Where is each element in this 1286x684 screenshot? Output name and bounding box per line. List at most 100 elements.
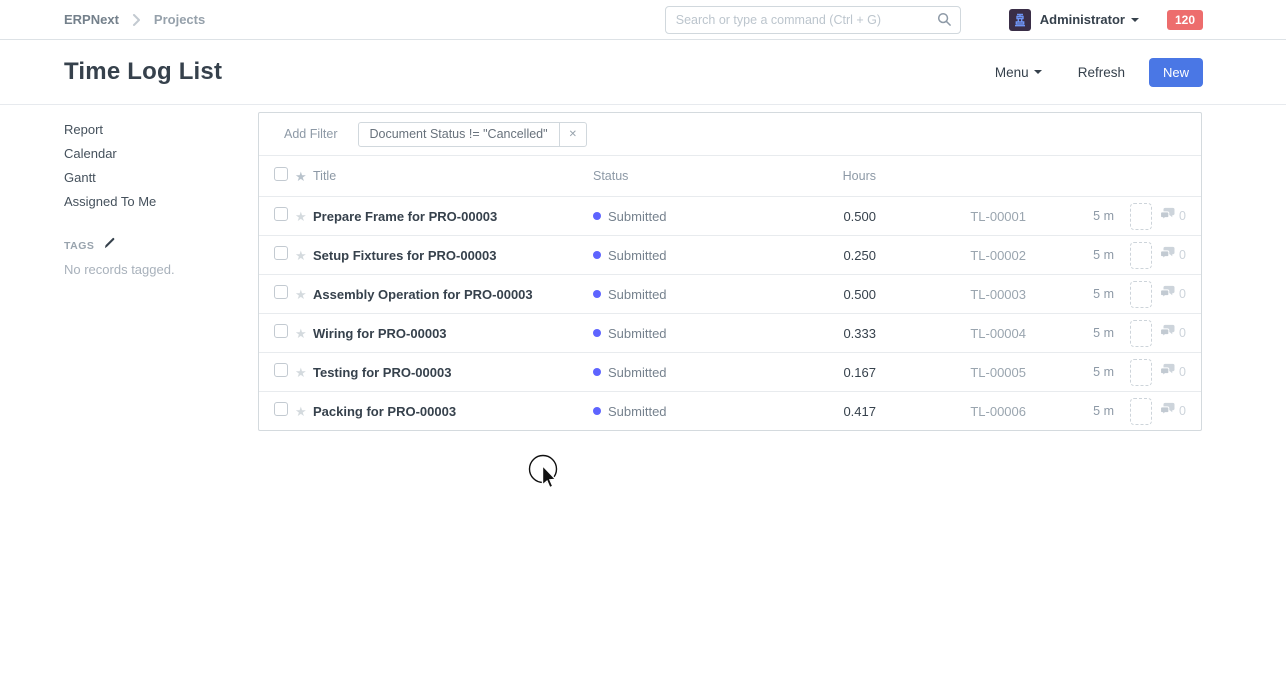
- hours-value: 0.250: [761, 248, 876, 263]
- star-icon[interactable]: ★: [295, 366, 313, 379]
- comments-icon: [1159, 246, 1176, 265]
- column-header-hours: Hours: [761, 169, 876, 183]
- navbar: ERPNext Projects Administrator 120: [0, 0, 1286, 40]
- row-checkbox[interactable]: [274, 207, 288, 221]
- select-all-checkbox[interactable]: [274, 167, 288, 181]
- row-title-link[interactable]: Assembly Operation for PRO-00003: [313, 287, 593, 302]
- table-row[interactable]: ★ Testing for PRO-00003 Submitted 0.167 …: [259, 352, 1201, 391]
- star-icon[interactable]: ★: [295, 288, 313, 301]
- erpnext-brand-link[interactable]: ERPNext: [64, 12, 119, 27]
- row-checkbox[interactable]: [274, 285, 288, 299]
- menu-button[interactable]: Menu: [995, 65, 1042, 80]
- star-icon[interactable]: ★: [295, 405, 313, 418]
- status-dot-icon: [593, 212, 601, 220]
- modified-time: 5 m: [1026, 365, 1114, 379]
- list-main: Add Filter Document Status != "Cancelled…: [258, 105, 1202, 431]
- assigned-avatar-placeholder[interactable]: [1130, 242, 1152, 269]
- modified-time: 5 m: [1026, 404, 1114, 418]
- star-icon[interactable]: ★: [295, 327, 313, 340]
- sidebar-item[interactable]: Report: [64, 118, 238, 142]
- page-head: Time Log List Menu Refresh New: [0, 40, 1286, 105]
- column-header-status: Status: [593, 169, 761, 183]
- filter-bar: Add Filter Document Status != "Cancelled…: [259, 113, 1201, 155]
- refresh-button[interactable]: Refresh: [1078, 65, 1125, 80]
- status-label: Submitted: [608, 326, 667, 341]
- user-name-label: Administrator: [1040, 12, 1125, 27]
- column-header-title: Title: [313, 169, 593, 183]
- row-checkbox[interactable]: [274, 402, 288, 416]
- status-label: Submitted: [608, 248, 667, 263]
- row-title-link[interactable]: Setup Fixtures for PRO-00003: [313, 248, 593, 263]
- modified-time: 5 m: [1026, 209, 1114, 223]
- page-title: Time Log List: [64, 58, 222, 86]
- table-row[interactable]: ★ Assembly Operation for PRO-00003 Submi…: [259, 274, 1201, 313]
- table-row[interactable]: ★ Packing for PRO-00003 Submitted 0.417 …: [259, 391, 1201, 430]
- status-label: Submitted: [608, 404, 667, 419]
- hours-value: 0.500: [761, 287, 876, 302]
- row-title-link[interactable]: Packing for PRO-00003: [313, 404, 593, 419]
- assigned-avatar-placeholder[interactable]: [1130, 281, 1152, 308]
- comment-count: 0: [1179, 248, 1186, 262]
- sidebar-item[interactable]: Calendar: [64, 142, 238, 166]
- hours-value: 0.167: [761, 365, 876, 380]
- row-checkbox[interactable]: [274, 246, 288, 260]
- comment-count: 0: [1179, 365, 1186, 379]
- search-input[interactable]: [665, 6, 961, 34]
- row-checkbox[interactable]: [274, 324, 288, 338]
- status-dot-icon: [593, 368, 601, 376]
- status-label: Submitted: [608, 365, 667, 380]
- comments-icon: [1159, 207, 1176, 226]
- status-dot-icon: [593, 329, 601, 337]
- chevron-down-icon: [1131, 18, 1139, 22]
- document-id: TL-00002: [876, 248, 1026, 263]
- active-filter-label[interactable]: Document Status != "Cancelled": [359, 123, 559, 146]
- comments-icon: [1159, 402, 1176, 421]
- list-sidebar: Report Calendar Gantt Assigned To Me TAG…: [0, 105, 258, 277]
- document-id: TL-00005: [876, 365, 1026, 380]
- active-filter-chip: Document Status != "Cancelled" ✕: [358, 122, 587, 147]
- assigned-avatar-placeholder[interactable]: [1130, 398, 1152, 425]
- status-dot-icon: [593, 407, 601, 415]
- add-filter-button[interactable]: Add Filter: [284, 127, 338, 141]
- content-area: Report Calendar Gantt Assigned To Me TAG…: [0, 105, 1286, 431]
- hours-value: 0.500: [761, 209, 876, 224]
- modified-time: 5 m: [1026, 248, 1114, 262]
- star-icon[interactable]: ★: [295, 249, 313, 262]
- edit-tags-pencil-icon[interactable]: [103, 236, 117, 255]
- comments-icon: [1159, 363, 1176, 382]
- row-title-link[interactable]: Wiring for PRO-00003: [313, 326, 593, 341]
- new-button[interactable]: New: [1149, 58, 1203, 87]
- row-title-link[interactable]: Testing for PRO-00003: [313, 365, 593, 380]
- tags-empty-text: No records tagged.: [64, 262, 238, 277]
- chevron-right-icon: [132, 14, 141, 26]
- document-id: TL-00004: [876, 326, 1026, 341]
- list-header-row: ★ Title Status Hours: [259, 155, 1201, 196]
- table-row[interactable]: ★ Setup Fixtures for PRO-00003 Submitted…: [259, 235, 1201, 274]
- assigned-avatar-placeholder[interactable]: [1130, 203, 1152, 230]
- notification-badge[interactable]: 120: [1167, 10, 1203, 30]
- search-icon: [937, 12, 952, 32]
- comment-count: 0: [1179, 209, 1186, 223]
- sidebar-item[interactable]: Gantt: [64, 166, 238, 190]
- breadcrumb-projects-link[interactable]: Projects: [154, 12, 205, 27]
- table-row[interactable]: ★ Prepare Frame for PRO-00003 Submitted …: [259, 196, 1201, 235]
- star-filter-icon[interactable]: ★: [295, 170, 313, 183]
- modified-time: 5 m: [1026, 326, 1114, 340]
- table-row[interactable]: ★ Wiring for PRO-00003 Submitted 0.333 T…: [259, 313, 1201, 352]
- row-title-link[interactable]: Prepare Frame for PRO-00003: [313, 209, 593, 224]
- user-menu[interactable]: Administrator: [1009, 9, 1139, 31]
- status-label: Submitted: [608, 287, 667, 302]
- list-container: Add Filter Document Status != "Cancelled…: [258, 112, 1202, 431]
- star-icon[interactable]: ★: [295, 210, 313, 223]
- remove-filter-button[interactable]: ✕: [559, 123, 586, 146]
- menu-button-label: Menu: [995, 65, 1029, 80]
- sidebar-item[interactable]: Assigned To Me: [64, 190, 238, 214]
- status-label: Submitted: [608, 209, 667, 224]
- assigned-avatar-placeholder[interactable]: [1130, 359, 1152, 386]
- user-avatar-icon: [1009, 9, 1031, 31]
- comment-count: 0: [1179, 287, 1186, 301]
- row-checkbox[interactable]: [274, 363, 288, 377]
- status-dot-icon: [593, 290, 601, 298]
- assigned-avatar-placeholder[interactable]: [1130, 320, 1152, 347]
- document-id: TL-00001: [876, 209, 1026, 224]
